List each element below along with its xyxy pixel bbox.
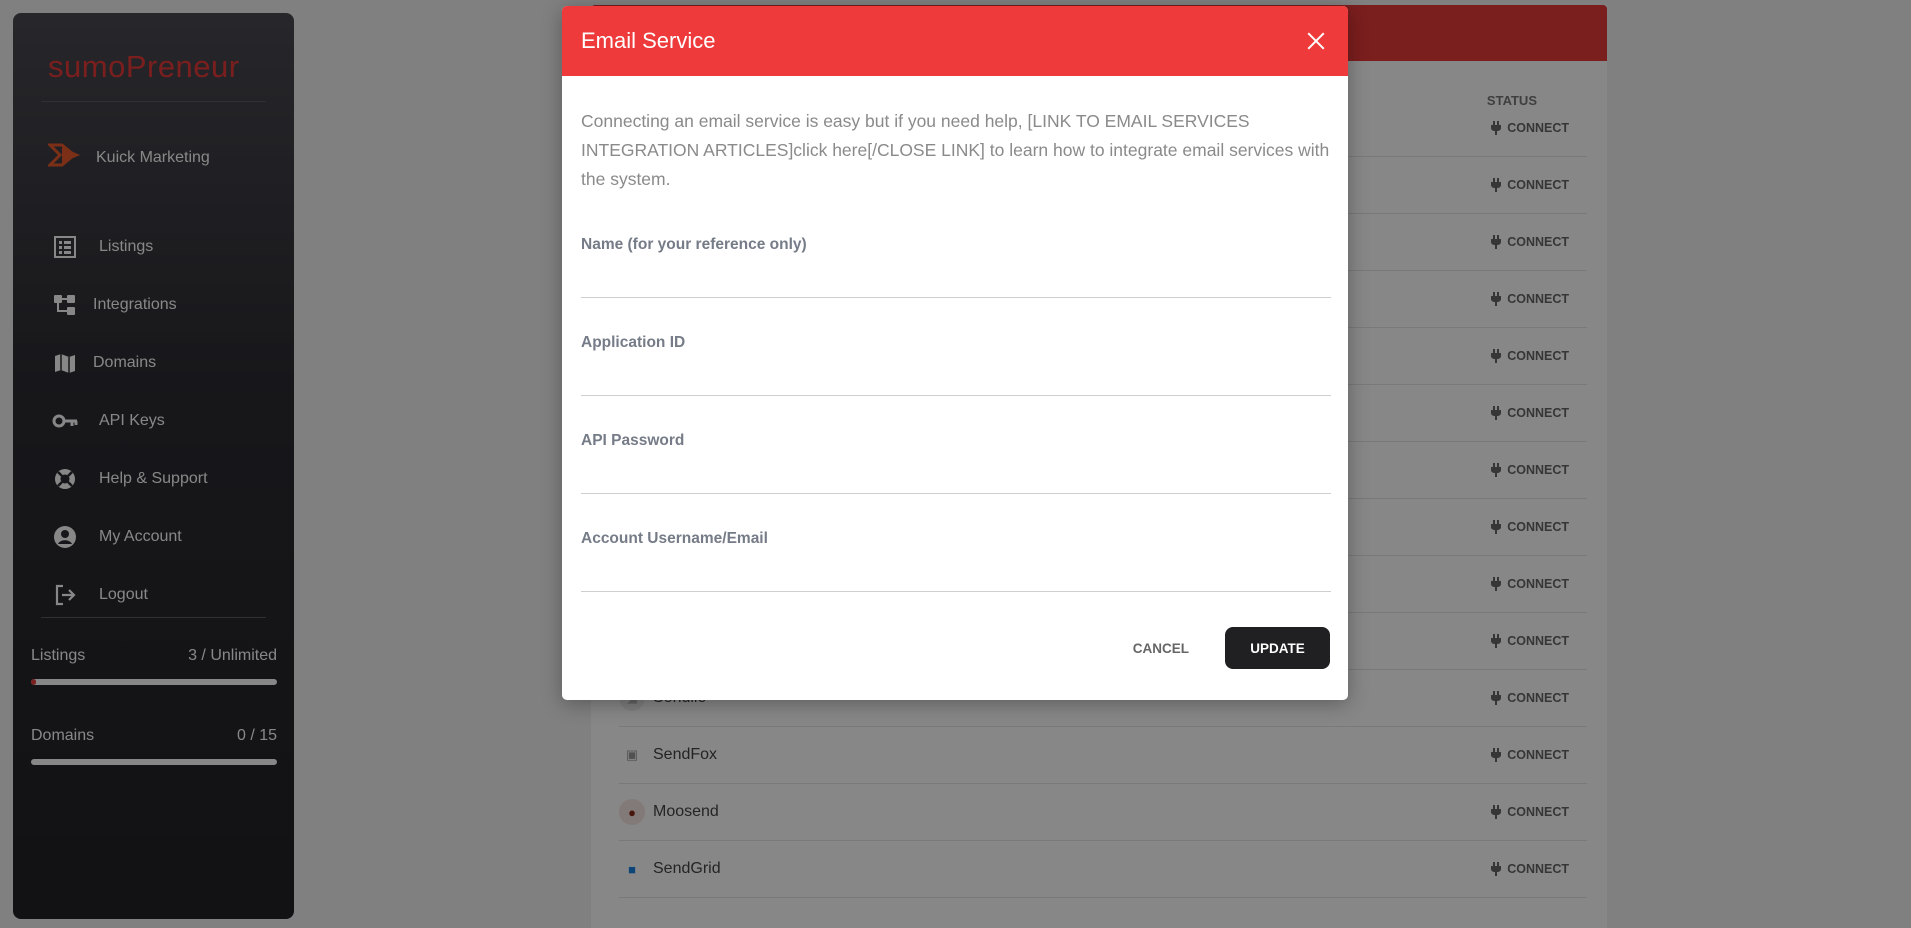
field-label: Application ID (581, 334, 686, 351)
email-service-modal: Email Service Connecting an email servic… (562, 6, 1348, 700)
modal-actions: CANCEL UPDATE (1133, 627, 1330, 669)
name-input[interactable] (581, 262, 1331, 298)
application-id-input[interactable] (581, 360, 1331, 396)
field-label: API Password (581, 432, 685, 449)
modal-title: Email Service (581, 28, 716, 53)
cancel-button[interactable]: CANCEL (1133, 641, 1189, 656)
application-id-field-group: Application ID (581, 334, 1331, 396)
field-label: Account Username/Email (581, 530, 768, 547)
intro-text: Connecting an email service is easy but … (581, 111, 1330, 189)
name-field-group: Name (for your reference only) (581, 236, 1331, 298)
api-password-input[interactable] (581, 458, 1331, 494)
account-username-input[interactable] (581, 556, 1331, 592)
update-button[interactable]: UPDATE (1225, 627, 1330, 669)
api-password-field-group: API Password (581, 432, 1331, 494)
modal-header: Email Service (562, 6, 1348, 76)
field-label: Name (for your reference only) (581, 236, 807, 253)
modal-body: Connecting an email service is easy but … (562, 107, 1348, 592)
close-icon[interactable] (1303, 28, 1329, 54)
account-username-field-group: Account Username/Email (581, 530, 1331, 592)
